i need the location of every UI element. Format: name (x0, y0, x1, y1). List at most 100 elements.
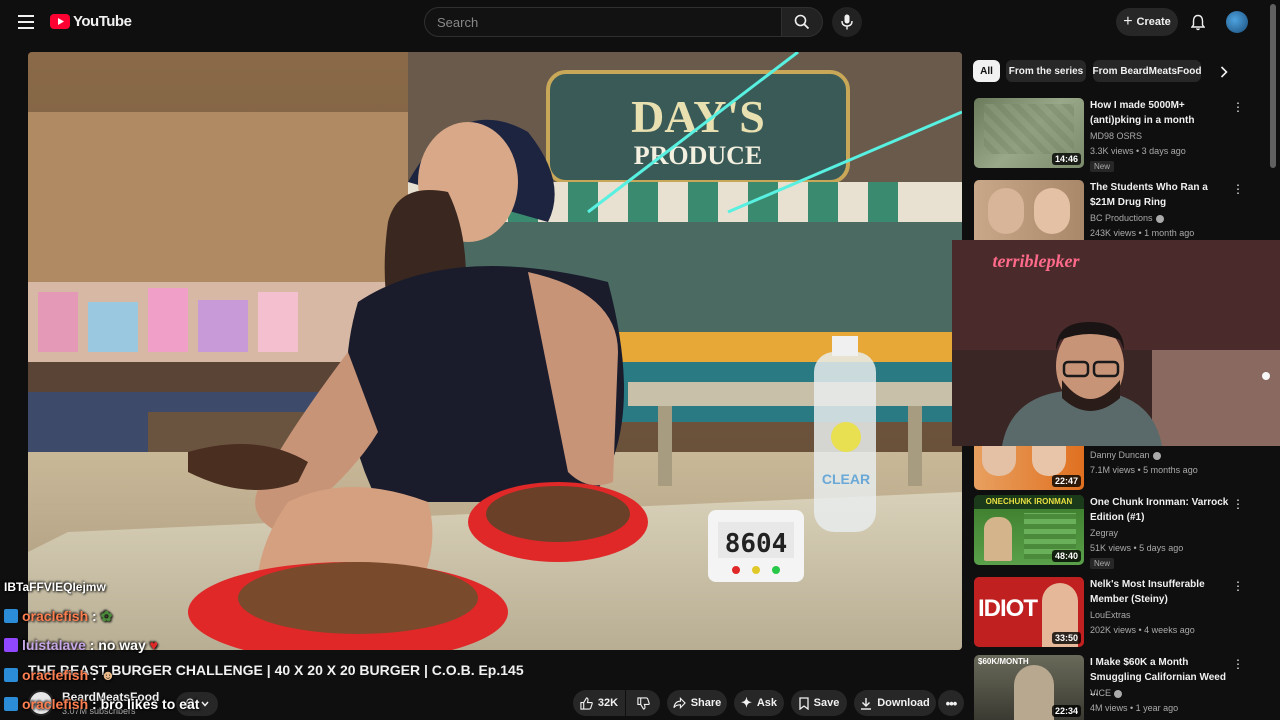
youtube-logo[interactable]: YouTube (50, 13, 132, 30)
rec-channel-row[interactable]: Danny Duncan (1090, 450, 1161, 460)
top-bar: YouTube + Create (0, 0, 1280, 44)
search-box[interactable] (424, 7, 782, 37)
rec-meta: 51K views • 5 days ago (1090, 543, 1184, 553)
chat-username: oraclefish (22, 608, 89, 624)
timer-display: 8604 (725, 529, 788, 559)
new-badge: New (1090, 161, 1115, 172)
like-button[interactable]: 32K (573, 690, 625, 716)
chat-message: IBTaFFVIEQIejmw (4, 580, 106, 594)
rec-item[interactable]: The Students Who Ran a $21M Drug Ring BC… (974, 180, 1270, 240)
rec-channel[interactable]: LouExtras (1090, 610, 1131, 620)
bookmark-icon (798, 696, 809, 710)
chat-text: : (88, 608, 101, 624)
rec-channel-row[interactable]: VICE (1090, 688, 1123, 698)
rec-thumbnail[interactable] (974, 180, 1084, 240)
rec-duration: 48:40 (1051, 550, 1081, 562)
search-button[interactable] (781, 7, 823, 37)
chip-all[interactable]: All (973, 60, 1000, 82)
webcam-frame: terriblepker (952, 240, 1280, 446)
rec-duration: 22:47 (1051, 475, 1081, 487)
page-scrollbar[interactable] (1270, 4, 1276, 168)
save-button[interactable]: Save (791, 690, 847, 716)
rec-title[interactable]: Nelk's Most Insufferable Member (Steiny) (1090, 577, 1230, 607)
share-button[interactable]: Share (667, 690, 727, 716)
chevron-right-icon (1220, 66, 1228, 78)
rec-thumbnail[interactable]: 14:46 (974, 98, 1084, 168)
new-badge: New (1090, 558, 1115, 569)
chat-badge-icon (4, 609, 18, 624)
sign-subtext: PRODUCE (634, 141, 763, 170)
save-label: Save (813, 697, 840, 709)
rec-item[interactable]: $60K/MONTH 22:34 I Make $60K a Month Smu… (974, 655, 1270, 720)
heart-emote-icon: ♥ (145, 637, 158, 653)
create-label: Create (1136, 16, 1171, 28)
rec-thumbnail[interactable]: ONECHUNK IRONMAN 48:40 (974, 495, 1084, 565)
verified-icon (1152, 451, 1161, 460)
neon-sign-text: terriblepker (993, 251, 1081, 271)
thumbs-up-icon (580, 696, 593, 710)
dislike-button[interactable] (626, 690, 660, 716)
bell-icon (1191, 14, 1205, 30)
rec-thumbnail[interactable]: IDIOT 33:50 (974, 577, 1084, 647)
chat-username: oraclefish (22, 696, 89, 712)
rec-meta: 243K views • 1 month ago (1090, 228, 1195, 238)
rec-channel-row[interactable]: BC Productions (1090, 213, 1164, 223)
thumb-text: $60K/MONTH (978, 657, 1029, 666)
rec-meta: 4M views • 1 year ago (1090, 703, 1179, 713)
rec-channel: Danny Duncan (1090, 450, 1150, 460)
search-input[interactable] (425, 8, 781, 36)
more-options-icon[interactable]: ⋮ (1232, 182, 1244, 196)
sparkle-icon: ✦ (740, 695, 752, 710)
ask-label: Ask (756, 697, 778, 709)
more-actions-button[interactable]: ••• (938, 690, 964, 716)
chat-badge-icon (4, 638, 18, 653)
thumbs-down-icon (636, 696, 650, 710)
account-avatar[interactable] (1226, 11, 1248, 33)
notifications-button[interactable] (1188, 12, 1208, 32)
more-options-icon[interactable]: ⋮ (1232, 497, 1244, 511)
more-options-icon[interactable]: ⋮ (1232, 579, 1244, 593)
rec-channel[interactable]: Zegray (1090, 528, 1118, 538)
rec-title[interactable]: How I made 5000M+ (anti)pking in a month (1090, 98, 1230, 128)
more-horizontal-icon: ••• (945, 695, 958, 711)
chip-from-series[interactable]: From the series (1006, 60, 1086, 82)
chat-text: : (88, 667, 101, 683)
bottle-label: CLEAR (822, 471, 870, 487)
menu-icon[interactable] (14, 10, 38, 34)
chat-username: luistalave (22, 637, 86, 653)
search-icon (794, 14, 810, 30)
rec-title[interactable]: One Chunk Ironman: Varrock Edition (#1) (1090, 495, 1230, 525)
chip-from-channel[interactable]: From BeardMeatsFood (1093, 60, 1201, 82)
rec-thumbnail[interactable]: 22:47 (974, 446, 1084, 490)
rec-item[interactable]: 22:47 Danny Duncan 7.1M views • 5 months… (974, 446, 1270, 490)
chip-from-series-label: From the series (1008, 65, 1084, 77)
video-title: THE BEAST BURGER CHALLENGE | 40 X 20 X 2… (28, 662, 524, 678)
share-label: Share (690, 697, 722, 709)
thumb-text: ONECHUNK IRONMAN (974, 495, 1084, 509)
rec-channel: VICE (1090, 688, 1112, 698)
chat-text: : no way (85, 637, 146, 653)
download-button[interactable]: Download (854, 690, 936, 716)
more-options-icon[interactable]: ⋮ (1232, 100, 1244, 114)
voice-search-button[interactable] (832, 7, 862, 37)
video-player[interactable]: DAY'S PRODUCE CLEAR 8604 (28, 52, 962, 650)
more-options-icon[interactable]: ⋮ (1232, 657, 1244, 671)
rec-title[interactable]: The Students Who Ran a $21M Drug Ring (1090, 180, 1230, 210)
rec-duration: 22:34 (1051, 705, 1081, 717)
download-label: Download (877, 697, 930, 709)
chat-text: : bro likes to eat (88, 696, 200, 712)
rec-item[interactable]: IDIOT 33:50 Nelk's Most Insufferable Mem… (974, 577, 1270, 647)
create-button[interactable]: + Create (1116, 8, 1178, 36)
rec-item[interactable]: ONECHUNK IRONMAN 48:40 One Chunk Ironman… (974, 495, 1270, 569)
webcam-overlay: terriblepker (952, 240, 1280, 446)
chat-message: oraclefish : bro likes to eat (4, 696, 199, 712)
microphone-icon (841, 14, 853, 30)
rec-channel[interactable]: MD98 OSRS (1090, 131, 1142, 141)
chips-next-button[interactable] (1214, 62, 1234, 82)
rec-item[interactable]: 14:46 How I made 5000M+ (anti)pking in a… (974, 98, 1270, 172)
chat-message: oraclefish : ☻ (4, 667, 115, 683)
rec-thumbnail[interactable]: $60K/MONTH 22:34 (974, 655, 1084, 720)
thumb-text: IDIOT (978, 595, 1038, 622)
rec-duration: 33:50 (1051, 632, 1081, 644)
ask-button[interactable]: ✦ Ask (734, 690, 784, 716)
